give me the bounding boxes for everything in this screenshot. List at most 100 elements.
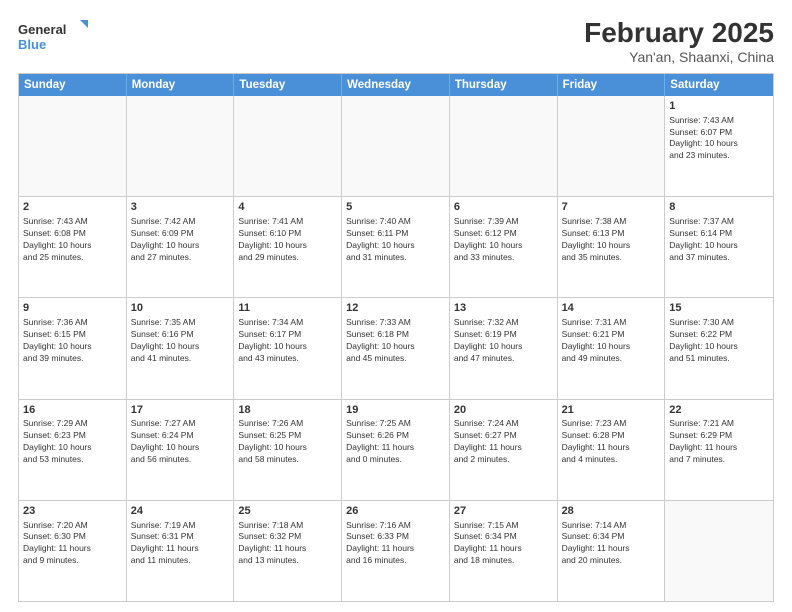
calendar-cell: 4Sunrise: 7:41 AM Sunset: 6:10 PM Daylig… bbox=[234, 197, 342, 297]
day-number: 12 bbox=[346, 301, 445, 316]
calendar-header-cell: Tuesday bbox=[234, 74, 342, 96]
calendar-cell bbox=[558, 96, 666, 196]
day-number: 21 bbox=[562, 403, 661, 418]
calendar-cell: 23Sunrise: 7:20 AM Sunset: 6:30 PM Dayli… bbox=[19, 501, 127, 601]
month-title: February 2025 bbox=[584, 18, 774, 49]
calendar: SundayMondayTuesdayWednesdayThursdayFrid… bbox=[18, 73, 774, 602]
cell-info: Sunrise: 7:15 AM Sunset: 6:34 PM Dayligh… bbox=[454, 520, 553, 568]
calendar-cell: 2Sunrise: 7:43 AM Sunset: 6:08 PM Daylig… bbox=[19, 197, 127, 297]
title-block: February 2025 Yan'an, Shaanxi, China bbox=[584, 18, 774, 65]
cell-info: Sunrise: 7:40 AM Sunset: 6:11 PM Dayligh… bbox=[346, 216, 445, 264]
page: General Blue February 2025 Yan'an, Shaan… bbox=[0, 0, 792, 612]
day-number: 1 bbox=[669, 99, 769, 114]
calendar-week-row: 16Sunrise: 7:29 AM Sunset: 6:23 PM Dayli… bbox=[19, 399, 773, 500]
cell-info: Sunrise: 7:31 AM Sunset: 6:21 PM Dayligh… bbox=[562, 317, 661, 365]
day-number: 13 bbox=[454, 301, 553, 316]
calendar-cell bbox=[19, 96, 127, 196]
calendar-cell bbox=[665, 501, 773, 601]
logo: General Blue bbox=[18, 18, 88, 54]
day-number: 8 bbox=[669, 200, 769, 215]
day-number: 16 bbox=[23, 403, 122, 418]
cell-info: Sunrise: 7:34 AM Sunset: 6:17 PM Dayligh… bbox=[238, 317, 337, 365]
svg-text:Blue: Blue bbox=[18, 37, 46, 52]
day-number: 5 bbox=[346, 200, 445, 215]
calendar-cell bbox=[450, 96, 558, 196]
calendar-header-cell: Wednesday bbox=[342, 74, 450, 96]
day-number: 22 bbox=[669, 403, 769, 418]
calendar-cell: 11Sunrise: 7:34 AM Sunset: 6:17 PM Dayli… bbox=[234, 298, 342, 398]
cell-info: Sunrise: 7:26 AM Sunset: 6:25 PM Dayligh… bbox=[238, 418, 337, 466]
cell-info: Sunrise: 7:43 AM Sunset: 6:07 PM Dayligh… bbox=[669, 115, 769, 163]
day-number: 17 bbox=[131, 403, 230, 418]
cell-info: Sunrise: 7:14 AM Sunset: 6:34 PM Dayligh… bbox=[562, 520, 661, 568]
calendar-cell: 12Sunrise: 7:33 AM Sunset: 6:18 PM Dayli… bbox=[342, 298, 450, 398]
cell-info: Sunrise: 7:42 AM Sunset: 6:09 PM Dayligh… bbox=[131, 216, 230, 264]
calendar-cell: 26Sunrise: 7:16 AM Sunset: 6:33 PM Dayli… bbox=[342, 501, 450, 601]
calendar-cell: 18Sunrise: 7:26 AM Sunset: 6:25 PM Dayli… bbox=[234, 400, 342, 500]
calendar-cell: 8Sunrise: 7:37 AM Sunset: 6:14 PM Daylig… bbox=[665, 197, 773, 297]
calendar-cell: 7Sunrise: 7:38 AM Sunset: 6:13 PM Daylig… bbox=[558, 197, 666, 297]
cell-info: Sunrise: 7:33 AM Sunset: 6:18 PM Dayligh… bbox=[346, 317, 445, 365]
day-number: 6 bbox=[454, 200, 553, 215]
calendar-header-row: SundayMondayTuesdayWednesdayThursdayFrid… bbox=[19, 74, 773, 96]
day-number: 24 bbox=[131, 504, 230, 519]
calendar-header-cell: Sunday bbox=[19, 74, 127, 96]
calendar-cell: 5Sunrise: 7:40 AM Sunset: 6:11 PM Daylig… bbox=[342, 197, 450, 297]
day-number: 2 bbox=[23, 200, 122, 215]
day-number: 14 bbox=[562, 301, 661, 316]
cell-info: Sunrise: 7:32 AM Sunset: 6:19 PM Dayligh… bbox=[454, 317, 553, 365]
svg-text:General: General bbox=[18, 22, 66, 37]
day-number: 18 bbox=[238, 403, 337, 418]
day-number: 3 bbox=[131, 200, 230, 215]
calendar-cell bbox=[127, 96, 235, 196]
calendar-cell bbox=[342, 96, 450, 196]
calendar-cell: 10Sunrise: 7:35 AM Sunset: 6:16 PM Dayli… bbox=[127, 298, 235, 398]
day-number: 15 bbox=[669, 301, 769, 316]
cell-info: Sunrise: 7:16 AM Sunset: 6:33 PM Dayligh… bbox=[346, 520, 445, 568]
cell-info: Sunrise: 7:27 AM Sunset: 6:24 PM Dayligh… bbox=[131, 418, 230, 466]
cell-info: Sunrise: 7:36 AM Sunset: 6:15 PM Dayligh… bbox=[23, 317, 122, 365]
cell-info: Sunrise: 7:30 AM Sunset: 6:22 PM Dayligh… bbox=[669, 317, 769, 365]
calendar-cell: 21Sunrise: 7:23 AM Sunset: 6:28 PM Dayli… bbox=[558, 400, 666, 500]
day-number: 10 bbox=[131, 301, 230, 316]
cell-info: Sunrise: 7:25 AM Sunset: 6:26 PM Dayligh… bbox=[346, 418, 445, 466]
location: Yan'an, Shaanxi, China bbox=[584, 49, 774, 65]
calendar-header-cell: Friday bbox=[558, 74, 666, 96]
calendar-cell: 28Sunrise: 7:14 AM Sunset: 6:34 PM Dayli… bbox=[558, 501, 666, 601]
cell-info: Sunrise: 7:23 AM Sunset: 6:28 PM Dayligh… bbox=[562, 418, 661, 466]
calendar-week-row: 23Sunrise: 7:20 AM Sunset: 6:30 PM Dayli… bbox=[19, 500, 773, 601]
cell-info: Sunrise: 7:18 AM Sunset: 6:32 PM Dayligh… bbox=[238, 520, 337, 568]
calendar-week-row: 2Sunrise: 7:43 AM Sunset: 6:08 PM Daylig… bbox=[19, 196, 773, 297]
cell-info: Sunrise: 7:43 AM Sunset: 6:08 PM Dayligh… bbox=[23, 216, 122, 264]
day-number: 23 bbox=[23, 504, 122, 519]
calendar-cell: 25Sunrise: 7:18 AM Sunset: 6:32 PM Dayli… bbox=[234, 501, 342, 601]
day-number: 26 bbox=[346, 504, 445, 519]
cell-info: Sunrise: 7:41 AM Sunset: 6:10 PM Dayligh… bbox=[238, 216, 337, 264]
cell-info: Sunrise: 7:29 AM Sunset: 6:23 PM Dayligh… bbox=[23, 418, 122, 466]
calendar-cell: 27Sunrise: 7:15 AM Sunset: 6:34 PM Dayli… bbox=[450, 501, 558, 601]
calendar-cell: 19Sunrise: 7:25 AM Sunset: 6:26 PM Dayli… bbox=[342, 400, 450, 500]
calendar-cell: 1Sunrise: 7:43 AM Sunset: 6:07 PM Daylig… bbox=[665, 96, 773, 196]
calendar-cell: 6Sunrise: 7:39 AM Sunset: 6:12 PM Daylig… bbox=[450, 197, 558, 297]
day-number: 20 bbox=[454, 403, 553, 418]
day-number: 19 bbox=[346, 403, 445, 418]
calendar-cell: 22Sunrise: 7:21 AM Sunset: 6:29 PM Dayli… bbox=[665, 400, 773, 500]
day-number: 11 bbox=[238, 301, 337, 316]
day-number: 27 bbox=[454, 504, 553, 519]
calendar-cell: 15Sunrise: 7:30 AM Sunset: 6:22 PM Dayli… bbox=[665, 298, 773, 398]
calendar-cell: 13Sunrise: 7:32 AM Sunset: 6:19 PM Dayli… bbox=[450, 298, 558, 398]
calendar-cell: 24Sunrise: 7:19 AM Sunset: 6:31 PM Dayli… bbox=[127, 501, 235, 601]
calendar-cell: 9Sunrise: 7:36 AM Sunset: 6:15 PM Daylig… bbox=[19, 298, 127, 398]
header: General Blue February 2025 Yan'an, Shaan… bbox=[18, 18, 774, 65]
calendar-cell: 20Sunrise: 7:24 AM Sunset: 6:27 PM Dayli… bbox=[450, 400, 558, 500]
calendar-cell: 14Sunrise: 7:31 AM Sunset: 6:21 PM Dayli… bbox=[558, 298, 666, 398]
day-number: 7 bbox=[562, 200, 661, 215]
cell-info: Sunrise: 7:19 AM Sunset: 6:31 PM Dayligh… bbox=[131, 520, 230, 568]
cell-info: Sunrise: 7:39 AM Sunset: 6:12 PM Dayligh… bbox=[454, 216, 553, 264]
day-number: 4 bbox=[238, 200, 337, 215]
cell-info: Sunrise: 7:35 AM Sunset: 6:16 PM Dayligh… bbox=[131, 317, 230, 365]
day-number: 28 bbox=[562, 504, 661, 519]
calendar-week-row: 1Sunrise: 7:43 AM Sunset: 6:07 PM Daylig… bbox=[19, 96, 773, 196]
calendar-header-cell: Monday bbox=[127, 74, 235, 96]
calendar-body: 1Sunrise: 7:43 AM Sunset: 6:07 PM Daylig… bbox=[19, 96, 773, 601]
